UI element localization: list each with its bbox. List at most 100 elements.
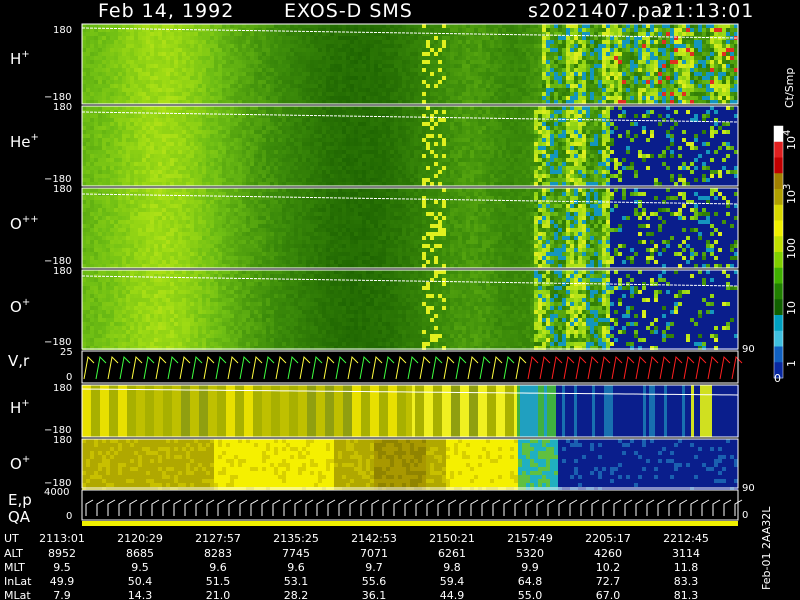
ephem-cell: 11.8 <box>674 561 699 574</box>
ephem-cell: 7071 <box>360 547 388 560</box>
ephem-cell: 2212:45 <box>663 532 709 545</box>
ephem-cell: 4260 <box>594 547 622 560</box>
colorbar-unit: Ct/Smp <box>783 68 796 108</box>
ephem-label-mlt: MLT <box>4 561 25 574</box>
colorbar-segment <box>774 267 783 284</box>
spectrogram-o2 <box>81 187 739 269</box>
ephem-cell: 28.2 <box>284 589 309 600</box>
ephem-cell: 53.1 <box>284 575 309 588</box>
ytick-h2-max: 180 <box>53 383 72 394</box>
header-file: s2021407.par <box>528 0 672 22</box>
colorbar-tick-1e4: 104 <box>782 130 798 150</box>
ephem-cell: 49.9 <box>50 575 75 588</box>
ephem-cell: 6261 <box>438 547 466 560</box>
ephem-cell: 14.3 <box>128 589 153 600</box>
colorbar-segment <box>774 141 783 158</box>
ephem-cell: 8685 <box>126 547 154 560</box>
spectrogram-h2 <box>81 384 739 438</box>
colorbar-segment <box>774 330 783 347</box>
ephem-cell: 9.9 <box>521 561 539 574</box>
qa-bar <box>82 521 738 526</box>
ephem-cell: 2113:01 <box>39 532 85 545</box>
ephem-cell: 36.1 <box>362 589 387 600</box>
ephem-cell: 7.9 <box>53 589 71 600</box>
colorbar-tick-10: 10 <box>785 301 798 315</box>
ephem-cell: 81.3 <box>674 589 699 600</box>
panel-label-o: O+ <box>10 297 30 316</box>
ytick-ep-min: 0 <box>66 511 72 522</box>
colorbar-segment <box>774 299 783 316</box>
right-label-o: 90 <box>742 344 755 355</box>
ephem-cell: 7745 <box>282 547 310 560</box>
ephem-cell: 2205:17 <box>585 532 631 545</box>
right-label-ep: 0 <box>742 510 748 521</box>
ephem-cell: 72.7 <box>596 575 621 588</box>
ephem-cell: 21.0 <box>206 589 231 600</box>
ytick-h-max: 180 <box>53 25 72 36</box>
colorbar-segment <box>774 346 783 363</box>
spectrogram-o3 <box>81 438 739 491</box>
ephem-label-ut: UT <box>4 532 19 545</box>
ephem-cell: 5320 <box>516 547 544 560</box>
spectrogram-panels <box>81 23 743 526</box>
header-time: 21:13:01 <box>661 0 754 22</box>
ephem-cell: 10.2 <box>596 561 621 574</box>
panel-label-he: He+ <box>10 132 39 151</box>
header-date: Feb 14, 1992 <box>98 0 234 22</box>
ephem-cell: 2142:53 <box>351 532 397 545</box>
colorbar-segment <box>774 252 783 269</box>
plot-canvas: Feb 14, 1992 EXOS-D SMS s2021407.par 21:… <box>4 0 798 600</box>
colorbar-tick-100: 100 <box>785 238 798 259</box>
ep-panel <box>81 489 743 521</box>
ephem-label-inlat: InLat <box>4 575 32 588</box>
colorbar <box>773 125 784 379</box>
spectrogram-o <box>81 269 739 350</box>
right-label-o3: 90 <box>742 483 755 494</box>
ytick-vr-min: 0 <box>66 372 72 383</box>
side-label: Feb-01 2AA32L <box>760 506 773 590</box>
ephem-cell: 55.0 <box>518 589 543 600</box>
colorbar-zero: 0 <box>774 372 781 385</box>
ephem-cell: 2150:21 <box>429 532 475 545</box>
ytick-o-max: 180 <box>53 266 72 277</box>
ephem-cell: 64.8 <box>518 575 543 588</box>
ephem-cell: 51.5 <box>206 575 231 588</box>
spectrogram-he <box>81 105 739 187</box>
ephem-cell: 3114 <box>672 547 700 560</box>
ephem-cell: 44.9 <box>440 589 465 600</box>
ephem-cell: 2120:29 <box>117 532 163 545</box>
ephem-cell: 8283 <box>204 547 232 560</box>
header-instrument: EXOS-D SMS <box>284 0 413 22</box>
colorbar-tick-1e3: 103 <box>782 184 798 204</box>
ephem-cell: 9.7 <box>365 561 383 574</box>
header: Feb 14, 1992 EXOS-D SMS s2021407.par 21:… <box>98 0 754 22</box>
ephem-cell: 9.6 <box>287 561 305 574</box>
panel-label-h: H+ <box>10 49 30 68</box>
ephem-cell: 2135:25 <box>273 532 319 545</box>
ephem-cell: 50.4 <box>128 575 153 588</box>
ytick-o2-max: 180 <box>53 184 72 195</box>
panel-label-ep: E,p <box>8 491 32 509</box>
ytick-o3-max: 180 <box>53 435 72 446</box>
colorbar-tick-1: 1 <box>785 360 798 367</box>
colorbar-segment <box>774 157 783 174</box>
ephem-cell: 55.6 <box>362 575 387 588</box>
ephem-cell: 83.3 <box>674 575 699 588</box>
vr-panel <box>81 350 743 384</box>
ephem-cell: 67.0 <box>596 589 621 600</box>
ephem-cell: 9.5 <box>53 561 71 574</box>
ephem-cell: 9.6 <box>209 561 227 574</box>
ytick-ep-max: 4000 <box>44 487 69 498</box>
ytick-he-max: 180 <box>53 102 72 113</box>
panel-label-o2: O++ <box>10 214 39 233</box>
ephem-cell: 9.5 <box>131 561 149 574</box>
colorbar-segment <box>774 283 783 300</box>
colorbar-segment <box>774 189 783 206</box>
panel-label-o3: O+ <box>10 454 30 473</box>
colorbar-segment <box>774 315 783 332</box>
ephem-cell: 59.4 <box>440 575 465 588</box>
ephem-label-alt: ALT <box>4 547 23 560</box>
colorbar-segment <box>774 204 783 221</box>
spectrogram-h <box>81 23 739 105</box>
colorbar-segment <box>774 236 783 253</box>
